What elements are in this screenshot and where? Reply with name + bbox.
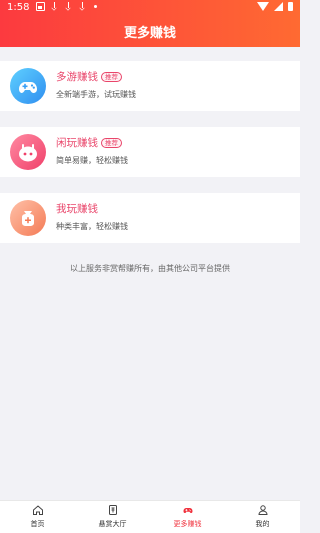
card-title: 闲玩赚钱 推荐: [56, 135, 122, 150]
tab-label: 我的: [255, 520, 270, 528]
bottom-tab-bar: 首页 悬赏大厅 更多赚钱 我的: [0, 500, 300, 533]
tab-mine[interactable]: 我的: [225, 501, 300, 533]
more-notifications-icon: [94, 5, 97, 8]
tab-task-hall[interactable]: 悬赏大厅: [75, 501, 150, 533]
tab-more-earn[interactable]: 更多赚钱: [150, 501, 225, 533]
download-notification-icon: [78, 2, 87, 11]
user-icon: [257, 505, 268, 515]
card-description: 简单易赚，轻松赚钱: [56, 156, 128, 165]
card-xianwan[interactable]: 闲玩赚钱 推荐 简单易赚，轻松赚钱: [0, 127, 300, 177]
image-notification-icon: [36, 2, 45, 11]
card-description: 全新端手游，试玩赚钱: [56, 90, 136, 99]
card-title-text: 多游赚钱: [56, 71, 98, 83]
robot-icon: [10, 134, 46, 170]
disclaimer-text: 以上服务非赏帮赚所有，由其他公司平台提供: [70, 264, 230, 273]
recommend-badge: 推荐: [101, 137, 122, 148]
money-bag-icon: [10, 200, 46, 236]
status-notifications: [36, 2, 97, 11]
tab-label: 更多赚钱: [173, 520, 202, 528]
task-icon: [108, 505, 117, 515]
status-bar: 1:58: [0, 0, 300, 17]
page-title: 更多赚钱: [123, 26, 176, 41]
gamepad-icon: [10, 68, 46, 104]
tab-home[interactable]: 首页: [0, 501, 75, 533]
card-title-text: 我玩赚钱: [56, 203, 98, 215]
card-title: 多游赚钱 推荐: [56, 69, 122, 84]
card-title-text: 闲玩赚钱: [56, 137, 98, 149]
signal-icon: [274, 2, 283, 11]
battery-icon: [288, 2, 293, 11]
card-title: 我玩赚钱: [56, 201, 98, 216]
status-indicators: [257, 2, 293, 11]
download-notification-icon: [64, 2, 73, 11]
download-notification-icon: [50, 2, 59, 11]
card-description: 种类丰富，轻松赚钱: [56, 222, 128, 231]
tab-label: 悬赏大厅: [98, 520, 127, 528]
card-duoyou[interactable]: 多游赚钱 推荐 全新端手游，试玩赚钱: [0, 61, 300, 111]
gamepad-icon: [183, 508, 192, 513]
recommend-badge: 推荐: [101, 71, 122, 82]
home-icon: [32, 505, 43, 515]
tab-label: 首页: [30, 520, 45, 528]
status-time: 1:58: [7, 2, 30, 13]
header-bar: 1:58 更多赚钱: [0, 0, 300, 47]
wifi-icon: [257, 2, 269, 11]
card-wowan[interactable]: 我玩赚钱 种类丰富，轻松赚钱: [0, 193, 300, 243]
